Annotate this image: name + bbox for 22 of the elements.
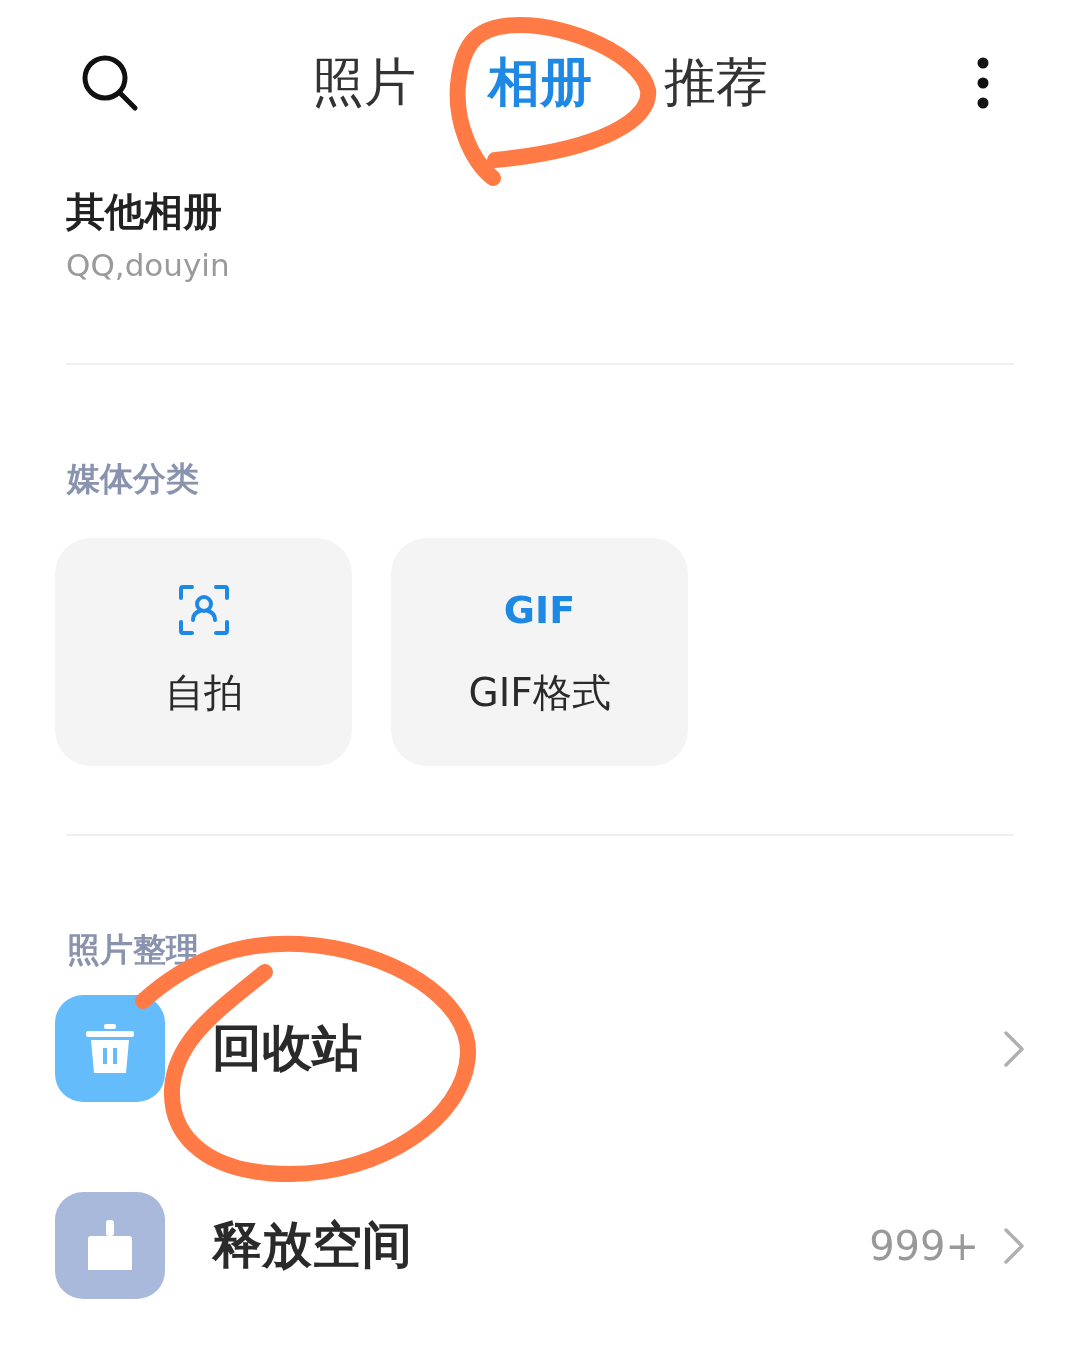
selfie-frame-icon [177, 584, 230, 636]
item-count: 999+ [869, 1222, 979, 1269]
tab[interactable]: 相册 [488, 47, 592, 118]
album-subtitle: QQ,douyin [66, 247, 231, 283]
tab[interactable]: 推荐 [664, 47, 768, 118]
trash-icon [55, 995, 165, 1102]
list-item[interactable]: 释放空间 999+ [55, 1192, 1025, 1299]
category-card[interactable]: GIF GIF格式 [391, 538, 688, 766]
broom-icon [55, 1192, 165, 1299]
gif-label: GIF [503, 587, 576, 634]
tab[interactable]: 照片 [312, 47, 416, 118]
chevron-right-icon [1003, 1226, 1025, 1265]
album-title[interactable]: 其他相册 [66, 185, 1014, 239]
category-card[interactable]: 自拍 [55, 538, 352, 766]
card-label: GIF格式 [468, 669, 611, 717]
list-item-label: 释放空间 [212, 1215, 413, 1276]
section-title: 媒体分类 [65, 458, 200, 500]
card-label: 自拍 [164, 669, 243, 717]
list-item-label: 回收站 [212, 1018, 363, 1079]
more-menu-icon[interactable] [976, 56, 990, 109]
chevron-right-icon [1003, 1029, 1025, 1068]
list-item[interactable]: 回收站 [55, 995, 1025, 1102]
